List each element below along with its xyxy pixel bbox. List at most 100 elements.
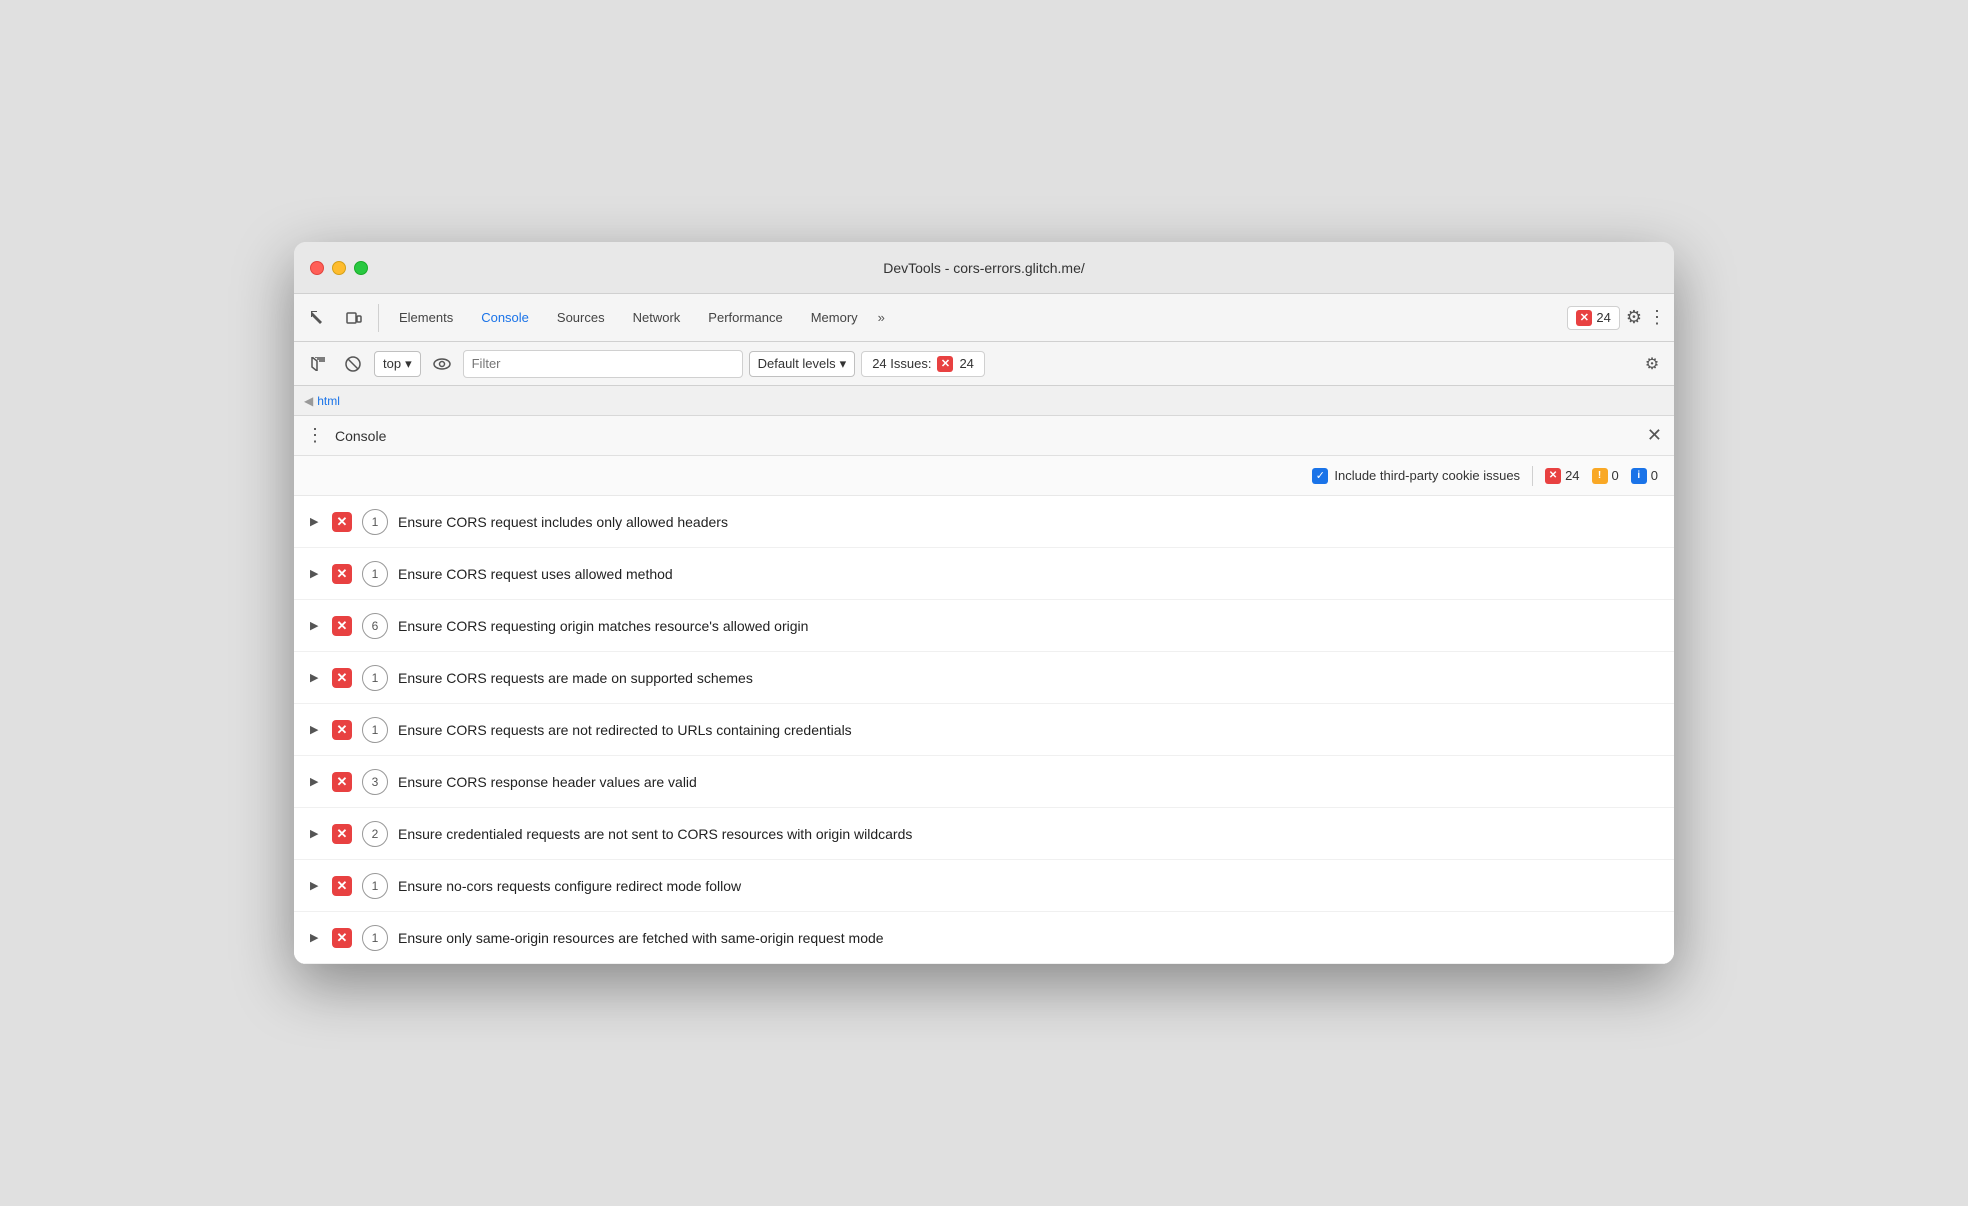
issue-error-icon: ✕	[332, 824, 352, 844]
third-party-cookie-checkbox[interactable]: ✓	[1312, 468, 1328, 484]
issue-count-badge: 1	[362, 665, 388, 691]
issue-count-badge: 1	[362, 561, 388, 587]
issues-count-badge[interactable]: 24 Issues: ✕ 24	[861, 351, 985, 377]
issue-text: Ensure CORS requesting origin matches re…	[398, 618, 1658, 634]
devtools-window: DevTools - cors-errors.glitch.me/ Elemen…	[294, 242, 1674, 964]
issue-error-icon: ✕	[332, 772, 352, 792]
issue-error-icon: ✕	[332, 512, 352, 532]
log-level-label: Default levels	[758, 356, 836, 371]
issue-list-item[interactable]: ▶ ✕ 6 Ensure CORS requesting origin matc…	[294, 600, 1674, 652]
third-party-cookie-checkbox-label[interactable]: ✓ Include third-party cookie issues	[1312, 468, 1520, 484]
issue-count-badge: 2	[362, 821, 388, 847]
issue-expand-icon: ▶	[310, 723, 322, 736]
issue-count-badge: 1	[362, 509, 388, 535]
console-settings-button[interactable]: ⚙	[1638, 350, 1666, 378]
tab-elements[interactable]: Elements	[387, 304, 465, 331]
issue-list-item[interactable]: ▶ ✕ 1 Ensure CORS request includes only …	[294, 496, 1674, 548]
issue-expand-icon: ▶	[310, 619, 322, 632]
warning-count-icon: !	[1592, 468, 1608, 484]
clear-console-button[interactable]	[302, 349, 332, 379]
maximize-button[interactable]	[354, 261, 368, 275]
issue-list-item[interactable]: ▶ ✕ 1 Ensure no-cors requests configure …	[294, 860, 1674, 912]
issue-expand-icon: ▶	[310, 827, 322, 840]
issues-bar: ✓ Include third-party cookie issues ✕ 24…	[294, 456, 1674, 496]
info-issue-count: i 0	[1631, 468, 1658, 484]
warning-issue-count: ! 0	[1592, 468, 1619, 484]
issue-text: Ensure no-cors requests configure redire…	[398, 878, 1658, 894]
issue-count-badge: 3	[362, 769, 388, 795]
issue-list-item[interactable]: ▶ ✕ 1 Ensure CORS requests are made on s…	[294, 652, 1674, 704]
block-icon-button[interactable]	[338, 349, 368, 379]
breadcrumb-bar: ◀ html	[294, 386, 1674, 416]
info-count-value: 0	[1651, 468, 1658, 483]
issue-list-item[interactable]: ▶ ✕ 1 Ensure CORS request uses allowed m…	[294, 548, 1674, 600]
issue-text: Ensure CORS requests are made on support…	[398, 670, 1658, 686]
log-level-arrow-icon: ▾	[840, 356, 847, 372]
error-issue-count: ✕ 24	[1545, 468, 1579, 484]
console-close-button[interactable]: ✕	[1647, 425, 1662, 446]
issue-list: ▶ ✕ 1 Ensure CORS request includes only …	[294, 496, 1674, 964]
tab-network[interactable]: Network	[621, 304, 693, 331]
console-panel: ⋮ Console ✕ ✓ Include third-party cookie…	[294, 416, 1674, 964]
issue-error-icon: ✕	[332, 564, 352, 584]
issue-expand-icon: ▶	[310, 775, 322, 788]
issue-error-icon: ✕	[332, 616, 352, 636]
issue-text: Ensure credentialed requests are not sen…	[398, 826, 1658, 842]
issue-list-item[interactable]: ▶ ✕ 2 Ensure credentialed requests are n…	[294, 808, 1674, 860]
console-toolbar-right: ⚙	[1638, 350, 1666, 378]
warning-count-value: 0	[1612, 468, 1619, 483]
tab-console[interactable]: Console	[469, 304, 541, 331]
error-count-value: 24	[1565, 468, 1579, 483]
issue-expand-icon: ▶	[310, 879, 322, 892]
tab-sources[interactable]: Sources	[545, 304, 617, 331]
traffic-lights	[310, 261, 368, 275]
tab-memory[interactable]: Memory	[799, 304, 870, 331]
issue-expand-icon: ▶	[310, 567, 322, 580]
issues-error-icon: ✕	[937, 356, 953, 372]
issue-expand-icon: ▶	[310, 931, 322, 944]
inspect-element-button[interactable]	[302, 302, 334, 334]
device-toolbar-button[interactable]	[338, 302, 370, 334]
issue-count-badge: 1	[362, 925, 388, 951]
error-icon: ✕	[1576, 310, 1592, 326]
breadcrumb-back-icon[interactable]: ◀	[304, 394, 313, 408]
issue-text: Ensure CORS requests are not redirected …	[398, 722, 1658, 738]
issues-text: 24 Issues:	[872, 356, 931, 371]
third-party-cookie-label: Include third-party cookie issues	[1334, 468, 1520, 483]
issue-error-icon: ✕	[332, 928, 352, 948]
window-title: DevTools - cors-errors.glitch.me/	[883, 260, 1085, 276]
issues-count-label: 24	[959, 356, 973, 371]
more-tabs-button[interactable]: »	[874, 310, 889, 325]
tab-performance[interactable]: Performance	[696, 304, 794, 331]
console-toolbar: top ▾ Default levels ▾ 24 Issues: ✕ 24 ⚙	[294, 342, 1674, 386]
console-drag-handle[interactable]: ⋮	[306, 425, 325, 446]
issue-expand-icon: ▶	[310, 515, 322, 528]
issue-error-icon: ✕	[332, 876, 352, 896]
issue-expand-icon: ▶	[310, 671, 322, 684]
context-dropdown[interactable]: top ▾	[374, 351, 421, 377]
issues-bar-separator	[1532, 466, 1533, 486]
issue-list-item[interactable]: ▶ ✕ 1 Ensure only same-origin resources …	[294, 912, 1674, 964]
settings-gear-icon[interactable]: ⚙	[1626, 307, 1642, 328]
title-bar: DevTools - cors-errors.glitch.me/	[294, 242, 1674, 294]
minimize-button[interactable]	[332, 261, 346, 275]
toolbar-separator-1	[378, 304, 379, 332]
toolbar-right: ✕ 24 ⚙ ⋮	[1567, 306, 1666, 330]
dropdown-arrow-icon: ▾	[405, 356, 412, 372]
console-header: ⋮ Console ✕	[294, 416, 1674, 456]
error-count-icon: ✕	[1545, 468, 1561, 484]
issue-list-item[interactable]: ▶ ✕ 3 Ensure CORS response header values…	[294, 756, 1674, 808]
eye-button[interactable]	[427, 349, 457, 379]
issue-list-item[interactable]: ▶ ✕ 1 Ensure CORS requests are not redir…	[294, 704, 1674, 756]
error-count-badge[interactable]: ✕ 24	[1567, 306, 1619, 330]
more-options-icon[interactable]: ⋮	[1648, 307, 1666, 328]
log-level-dropdown[interactable]: Default levels ▾	[749, 351, 856, 377]
info-count-icon: i	[1631, 468, 1647, 484]
issue-text: Ensure CORS request uses allowed method	[398, 566, 1658, 582]
filter-input[interactable]	[463, 350, 743, 378]
close-button[interactable]	[310, 261, 324, 275]
context-label: top	[383, 356, 401, 371]
issue-error-icon: ✕	[332, 668, 352, 688]
breadcrumb-html[interactable]: html	[317, 394, 340, 408]
issue-error-icon: ✕	[332, 720, 352, 740]
